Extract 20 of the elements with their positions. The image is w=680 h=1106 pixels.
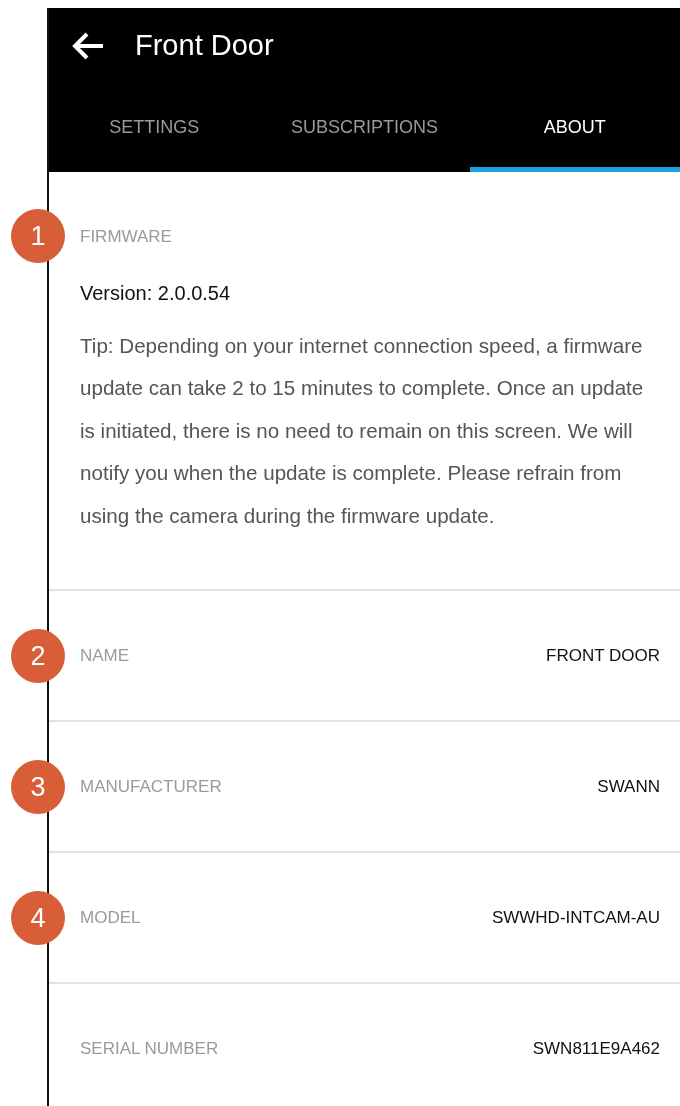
field-value: FRONT DOOR <box>546 645 660 668</box>
tip-text: Tip: Depending on your internet connection speed, a firmware update can take 2 to 15 minutes to complete. Once an update is initiated, there is no need to remain on this screen. We will notify you when the update is complete. Please refrain from using the camera during the firmware update. <box>80 332 645 529</box>
field-value: SWANN <box>597 776 660 799</box>
field-label: NAME <box>80 645 130 668</box>
back-arrow-icon[interactable] <box>71 30 105 61</box>
field-label: MODEL <box>80 907 141 930</box>
field-value: SWN811E9A462 <box>532 1038 660 1061</box>
tab[interactable]: SETTINGS <box>49 83 260 172</box>
field-label: MANUFACTURER <box>80 776 222 799</box>
callout-number: 2 <box>11 628 65 683</box>
screen-title: Front Door <box>135 27 274 63</box>
field-label: SERIAL NUMBER <box>80 1038 219 1061</box>
field-value: SWWHD-INTCAM-AU <box>491 907 660 930</box>
firmware-version: Version: 2.0.0.54 <box>80 280 232 306</box>
callout-number: 1 <box>11 209 65 263</box>
section-label: FIRMWARE <box>80 226 173 248</box>
callout-number: 3 <box>11 759 65 814</box>
tab[interactable]: SUBSCRIPTIONS <box>259 83 470 172</box>
tab[interactable]: ABOUT <box>469 83 680 172</box>
callout-number: 4 <box>11 890 65 945</box>
